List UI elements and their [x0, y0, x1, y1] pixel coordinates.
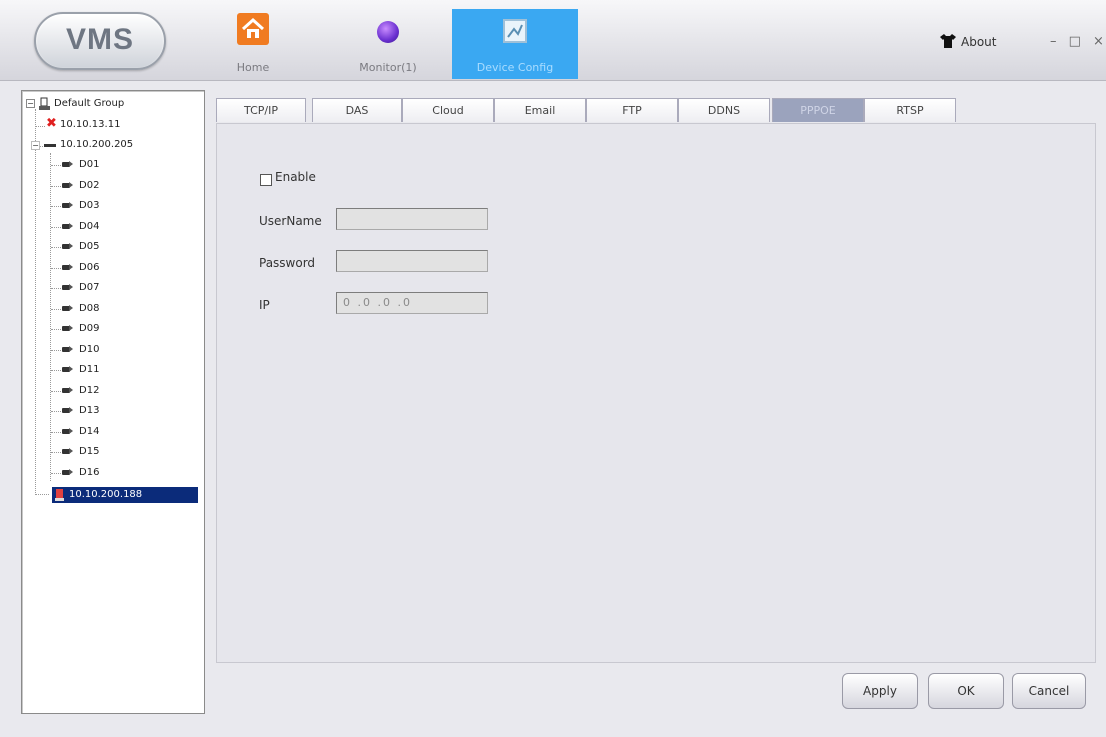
- channel-label: D12: [79, 384, 100, 396]
- pppoe-settings-panel: [216, 123, 1096, 663]
- tab-tcpip[interactable]: TCP/IP: [216, 98, 306, 122]
- channel-label: D11: [79, 364, 100, 375]
- window-controls[interactable]: – □ ×: [1050, 34, 1106, 49]
- camera-icon: [62, 468, 73, 476]
- channel-label: D03: [79, 200, 100, 211]
- channel-label: D10: [79, 343, 100, 355]
- tree-connector: [35, 109, 36, 495]
- home-icon: [237, 13, 269, 45]
- tree-connector: [51, 329, 61, 330]
- tree-connector: [51, 370, 61, 371]
- device-label: 10.10.13.11: [60, 119, 121, 130]
- tree-connector: [51, 431, 61, 433]
- camera-icon: [62, 325, 73, 332]
- password-label: Password: [259, 256, 316, 270]
- tree-connector: [51, 226, 61, 228]
- ip-label: IP: [259, 298, 270, 312]
- camera-icon: [62, 202, 73, 209]
- tab-das[interactable]: DAS: [312, 98, 402, 122]
- collapse-toggle[interactable]: −: [31, 141, 40, 150]
- channel-label: D08: [79, 302, 100, 314]
- channel-label: D09: [79, 323, 100, 334]
- dvr-device-icon: [55, 489, 64, 501]
- tree-connector: [51, 288, 61, 289]
- tree-connector: [51, 185, 61, 187]
- device-label: 10.10.200.205: [60, 139, 134, 150]
- device-online-icon: [44, 144, 56, 147]
- cancel-button[interactable]: Cancel: [1012, 673, 1086, 709]
- tree-connector: [51, 267, 61, 269]
- tree-root-label: Default Group: [54, 98, 125, 109]
- camera-icon: [62, 448, 73, 455]
- tree-connector: [51, 390, 61, 392]
- tree-connector: [51, 247, 61, 248]
- channel-label: D04: [79, 220, 100, 232]
- ip-address-input[interactable]: 0 .0 .0 .0: [336, 292, 488, 314]
- tab-pppoe[interactable]: PPPOE: [772, 98, 864, 122]
- username-label: UserName: [259, 214, 322, 228]
- shirt-icon: [940, 34, 956, 48]
- tree-connector: [51, 165, 61, 166]
- tree-connector: [51, 349, 61, 351]
- enable-label: Enable: [275, 170, 316, 184]
- logo-text: VMS: [65, 23, 134, 56]
- tree-connector: [51, 411, 61, 412]
- channel-label: D06: [79, 261, 100, 273]
- ok-button[interactable]: OK: [928, 673, 1004, 709]
- channel-label: D07: [79, 282, 100, 293]
- camera-icon: [62, 304, 73, 312]
- nav-device-config-button[interactable]: Device Config: [452, 9, 578, 79]
- about-label: About: [961, 35, 997, 49]
- channel-label: D05: [79, 241, 100, 252]
- tab-ddns[interactable]: DDNS: [678, 98, 770, 122]
- enable-checkbox[interactable]: [260, 174, 272, 186]
- tree-connector: [51, 472, 61, 474]
- channel-label: D01: [79, 159, 100, 170]
- password-input[interactable]: [336, 250, 488, 272]
- tree-connector: [51, 308, 61, 310]
- tree-connector: [51, 206, 61, 207]
- channel-label: D02: [79, 179, 100, 191]
- camera-icon: [62, 284, 73, 291]
- group-icon: [39, 97, 50, 110]
- camera-icon: [62, 366, 73, 373]
- tab-email[interactable]: Email: [494, 98, 586, 122]
- tab-rtsp[interactable]: RTSP: [864, 98, 956, 122]
- channel-label: D14: [79, 425, 100, 437]
- tree-connector: [35, 126, 45, 127]
- nav-monitor-label: Monitor(1): [359, 61, 417, 74]
- camera-icon: [62, 181, 73, 189]
- channel-label: D15: [79, 446, 100, 457]
- tree-connector: [51, 452, 61, 453]
- collapse-toggle[interactable]: −: [26, 99, 35, 108]
- tab-cloud[interactable]: Cloud: [402, 98, 494, 122]
- camera-icon: [62, 161, 73, 168]
- channel-label: D16: [79, 466, 100, 478]
- nav-monitor-button[interactable]: Monitor(1): [340, 9, 436, 79]
- device-tree[interactable]: − Default Group ✖ 10.10.13.11 − 10.10.20…: [21, 90, 205, 714]
- camera-icon: [62, 243, 73, 250]
- top-bar: VMS Home Monitor(1) Device Config About …: [0, 0, 1106, 81]
- device-label: 10.10.200.188: [69, 489, 143, 500]
- monitor-icon: [377, 21, 399, 43]
- vms-logo: VMS: [34, 12, 166, 70]
- camera-icon: [62, 427, 73, 435]
- nav-home-label: Home: [236, 61, 270, 74]
- nav-device-config-label: Device Config: [476, 61, 554, 74]
- camera-icon: [62, 222, 73, 230]
- tree-connector: [35, 494, 49, 495]
- camera-icon: [62, 407, 73, 414]
- camera-icon: [62, 386, 73, 394]
- camera-icon: [62, 263, 73, 271]
- device-config-icon: [503, 19, 527, 43]
- camera-icon: [62, 345, 73, 353]
- nav-home-button[interactable]: Home: [226, 9, 280, 79]
- username-input[interactable]: [336, 208, 488, 230]
- channel-label: D13: [79, 405, 100, 416]
- offline-x-icon: ✖: [46, 116, 57, 131]
- tab-ftp[interactable]: FTP: [586, 98, 678, 122]
- apply-button[interactable]: Apply: [842, 673, 918, 709]
